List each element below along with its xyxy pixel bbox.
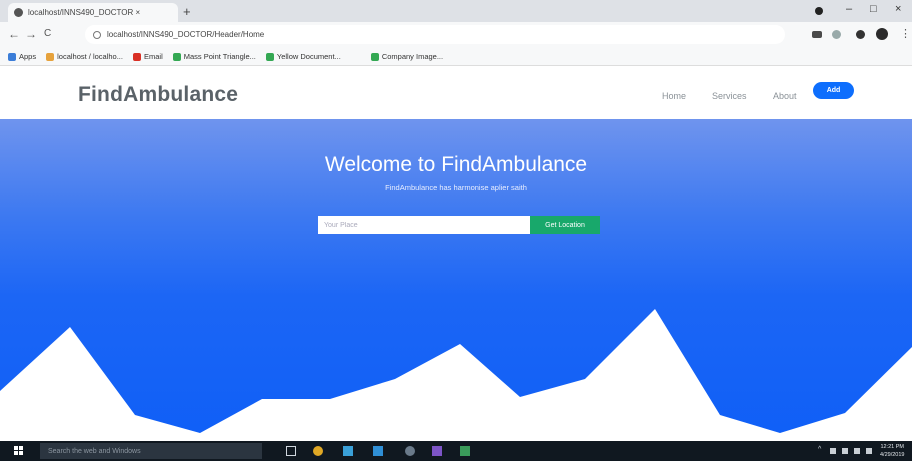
nav-link-home[interactable]: Home [662,91,686,101]
battery-icon[interactable] [854,448,860,454]
hero-section: Welcome to FindAmbulance FindAmbulance h… [0,119,912,441]
key-icon[interactable] [812,31,822,38]
forward-button[interactable]: → [25,27,37,41]
bookmark-company[interactable]: Company Image... [370,52,443,61]
task-view-icon[interactable] [286,446,296,456]
visual-studio-icon[interactable] [432,446,442,456]
windows-start-icon[interactable] [14,446,24,456]
browser-tab[interactable]: localhost/INNS490_DOCTOR × [8,3,178,22]
place-search-input[interactable] [318,216,530,234]
site-navbar: FindAmbulance Home Services About Add [0,66,912,119]
close-window-button[interactable]: × [895,3,901,15]
taskbar-search-box[interactable]: Search the web and Windows [40,443,262,459]
windows-taskbar: Search the web and Windows ^ 12:21 PM 4/… [0,441,912,461]
menu-icon[interactable]: ⋮ [900,27,911,40]
minimize-button[interactable]: – [846,3,852,15]
extension-icon[interactable] [856,30,865,39]
browser-tab-strip: localhost/INNS490_DOCTOR × + – □ × [0,0,912,22]
bookmark-apps[interactable]: Apps [8,52,36,61]
explorer-icon[interactable] [373,446,383,456]
store-icon[interactable] [343,446,353,456]
chrome-icon[interactable] [313,446,323,456]
new-tab-button[interactable]: + [183,4,191,19]
star-icon[interactable] [832,30,841,39]
maximize-button[interactable]: □ [870,3,877,15]
get-location-button[interactable]: Get Location [530,216,600,234]
apps-icon [8,52,16,61]
url-text: localhost/INNS490_DOCTOR/Header/Home [107,30,265,39]
sheet-icon [172,52,181,61]
hero-subtitle: FindAmbulance has harmonise aplier saith [385,183,527,192]
profile-icon[interactable] [815,7,823,15]
network-icon[interactable] [830,448,836,454]
url-bar[interactable]: localhost/INNS490_DOCTOR/Header/Home [85,25,785,44]
bookmark-triangle[interactable]: Mass Point Triangle... [172,52,256,61]
globe-icon [14,8,23,17]
add-button[interactable]: Add [813,82,854,99]
brand-logo[interactable]: FindAmbulance [78,83,238,107]
keyboard-icon[interactable] [866,448,872,454]
back-button[interactable]: ← [8,27,20,41]
taskbar-clock[interactable]: 12:21 PM 4/29/2019 [880,443,904,459]
reload-button[interactable]: C [44,28,51,39]
folder-icon [46,52,55,61]
bookmark-localhost[interactable]: localhost / localho... [46,52,123,61]
media-icon[interactable] [405,446,415,456]
avatar-icon[interactable] [876,28,888,40]
bookmarks-bar: Apps localhost / localho... Email Mass P… [0,48,912,66]
bookmark-yellow[interactable]: Yellow Document... [265,52,341,61]
volume-icon[interactable] [842,448,848,454]
nav-link-about[interactable]: About [773,91,797,101]
bookmark-email[interactable]: Email [132,52,163,61]
sheet-icon [265,52,274,61]
app-icon[interactable] [460,446,470,456]
tab-title: localhost/INNS490_DOCTOR × [28,8,141,17]
sheet-icon [370,52,379,61]
mail-icon [132,52,141,61]
hero-title: Welcome to FindAmbulance [324,153,588,176]
nav-link-services[interactable]: Services [712,91,747,101]
info-icon [93,30,101,39]
address-bar-row: ← → C localhost/INNS490_DOCTOR/Header/Ho… [0,22,912,48]
tray-chevron-icon[interactable]: ^ [818,446,821,453]
